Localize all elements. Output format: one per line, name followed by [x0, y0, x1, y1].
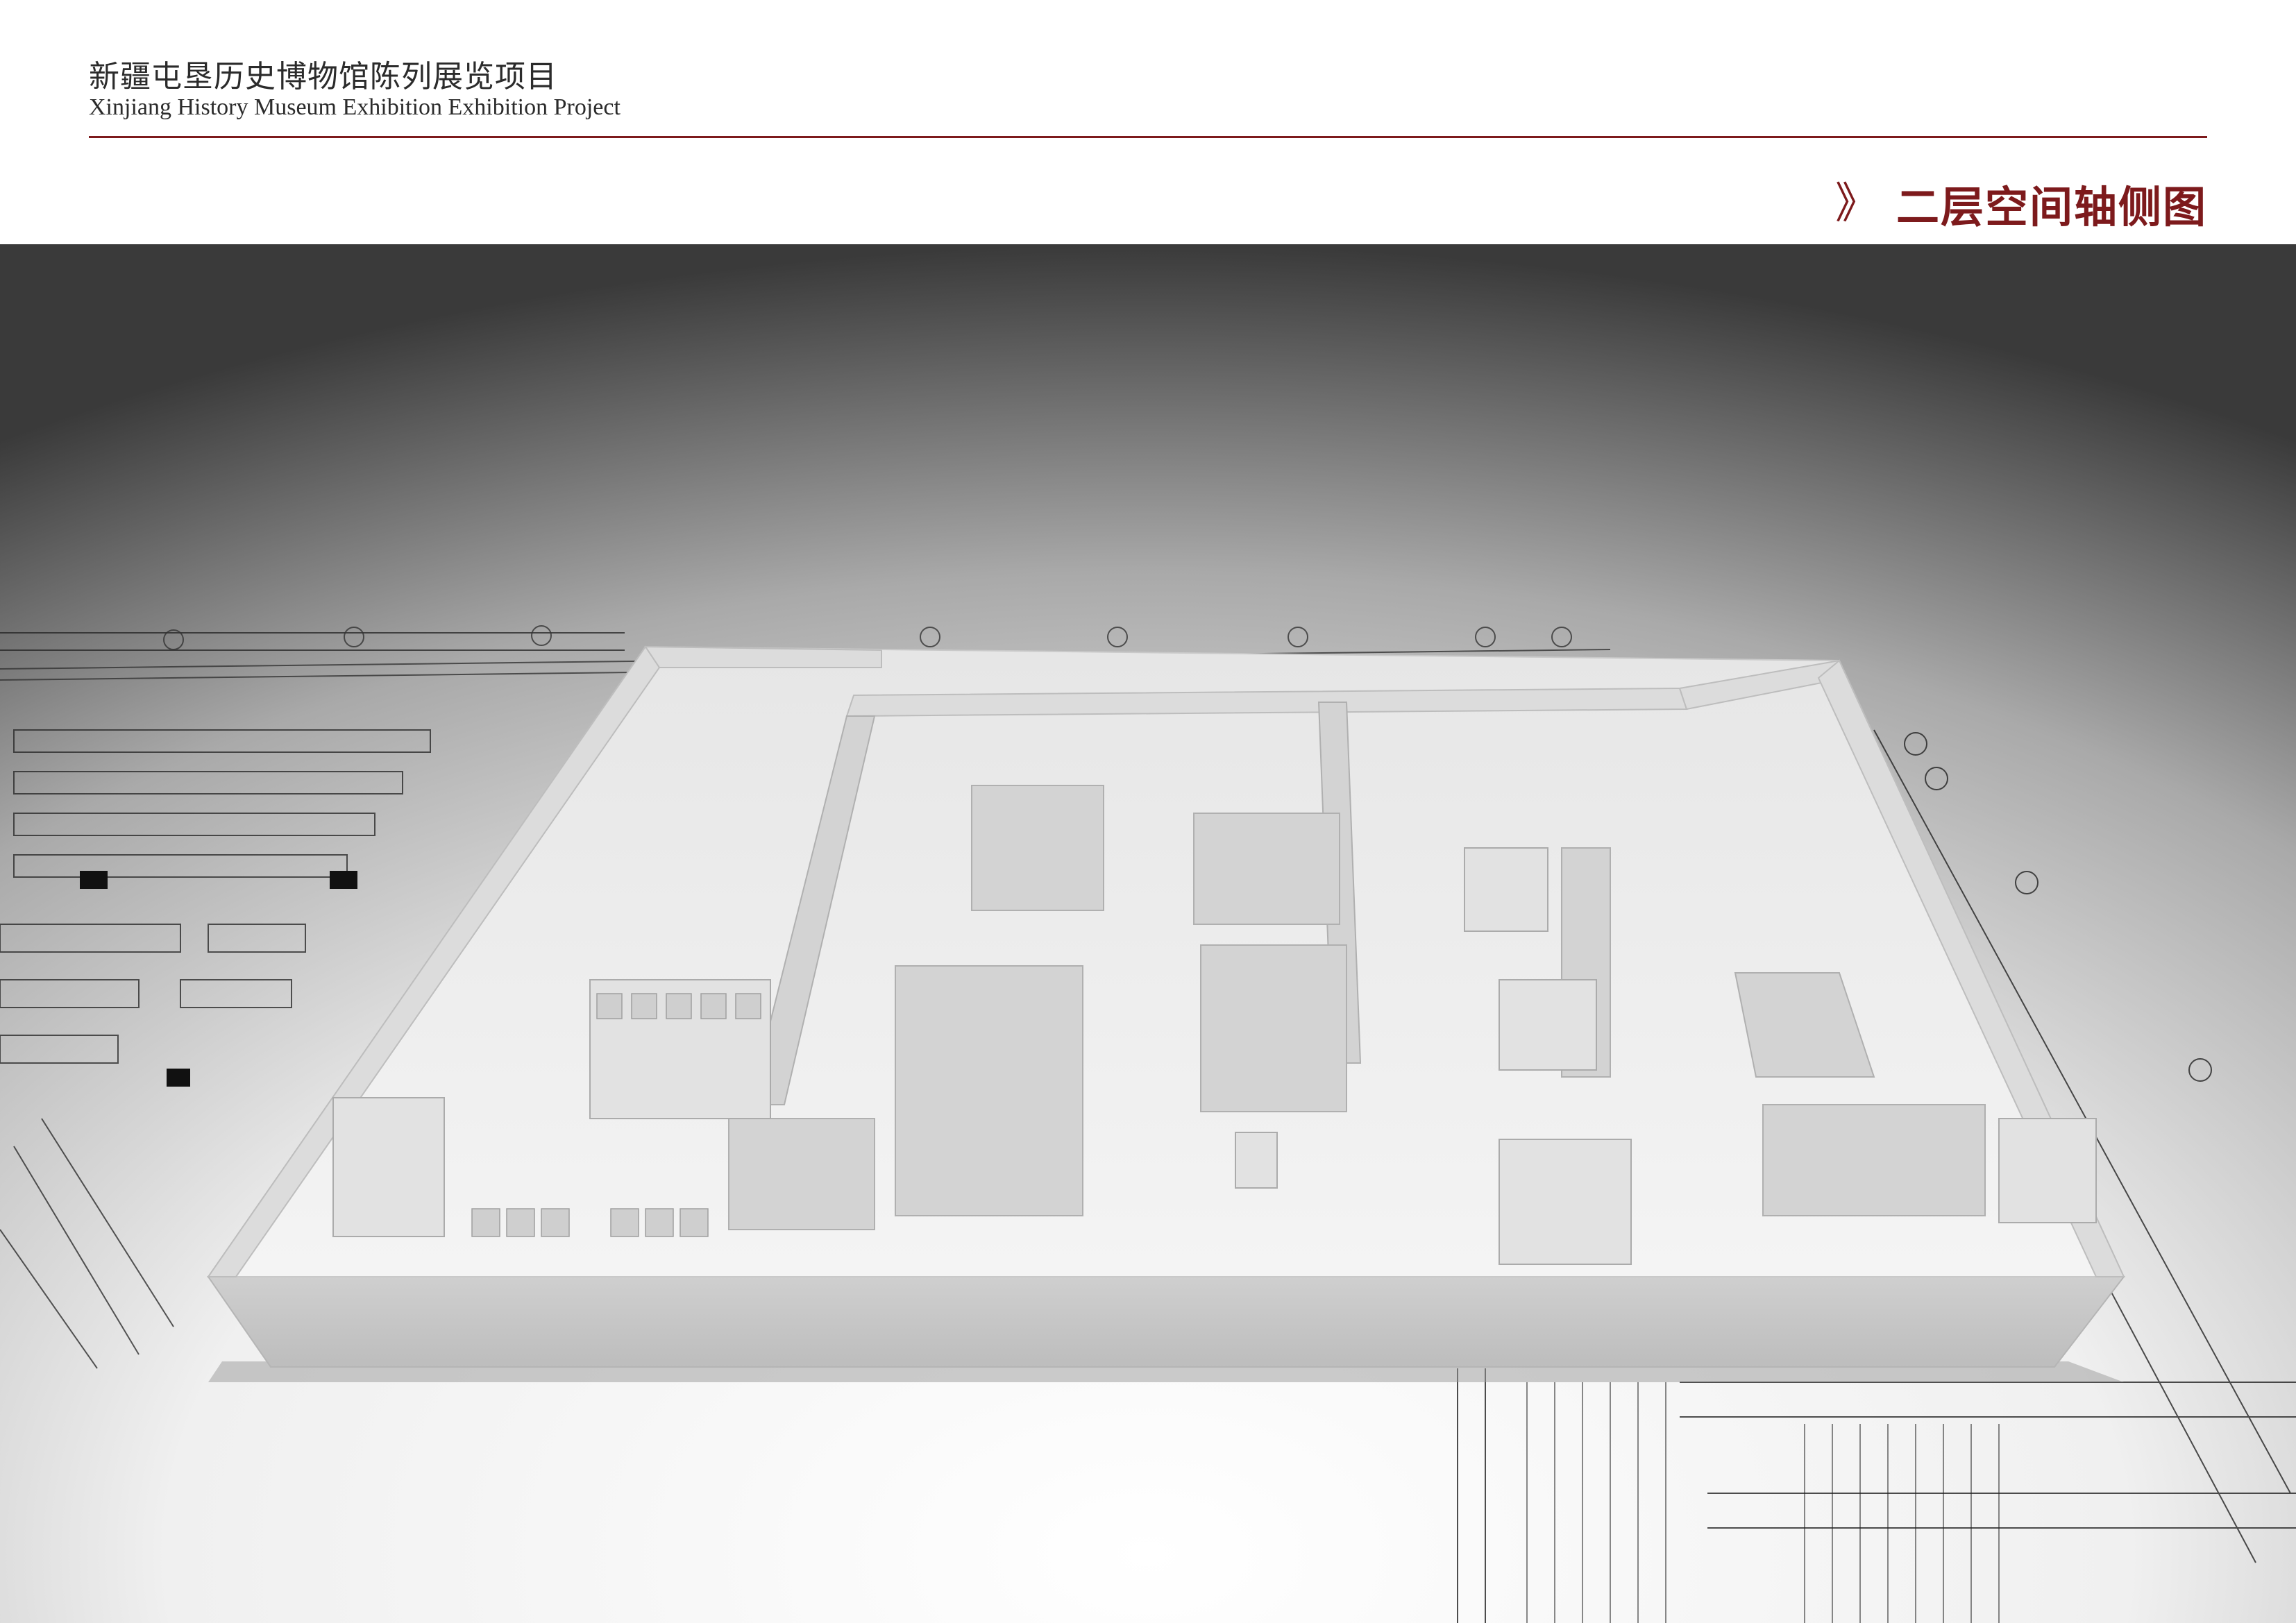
page-header: 新疆屯垦历史博物馆陈列展览项目 Xinjiang History Museum … [0, 0, 2296, 244]
double-chevron-right-icon: 》 [1834, 178, 1878, 228]
section-title: 二层空间轴侧图 [1896, 182, 2207, 232]
project-title-cn: 新疆屯垦历史博物馆陈列展览项目 [89, 59, 557, 94]
floor-model-illustration [0, 244, 2296, 1623]
section-heading: 》 二层空间轴侧图 [1835, 172, 2207, 235]
project-title-en: Xinjiang History Museum Exhibition Exhib… [89, 94, 621, 120]
model-front-face [207, 1276, 2126, 1368]
axonometric-render [0, 244, 2296, 1623]
header-divider [89, 136, 2207, 138]
